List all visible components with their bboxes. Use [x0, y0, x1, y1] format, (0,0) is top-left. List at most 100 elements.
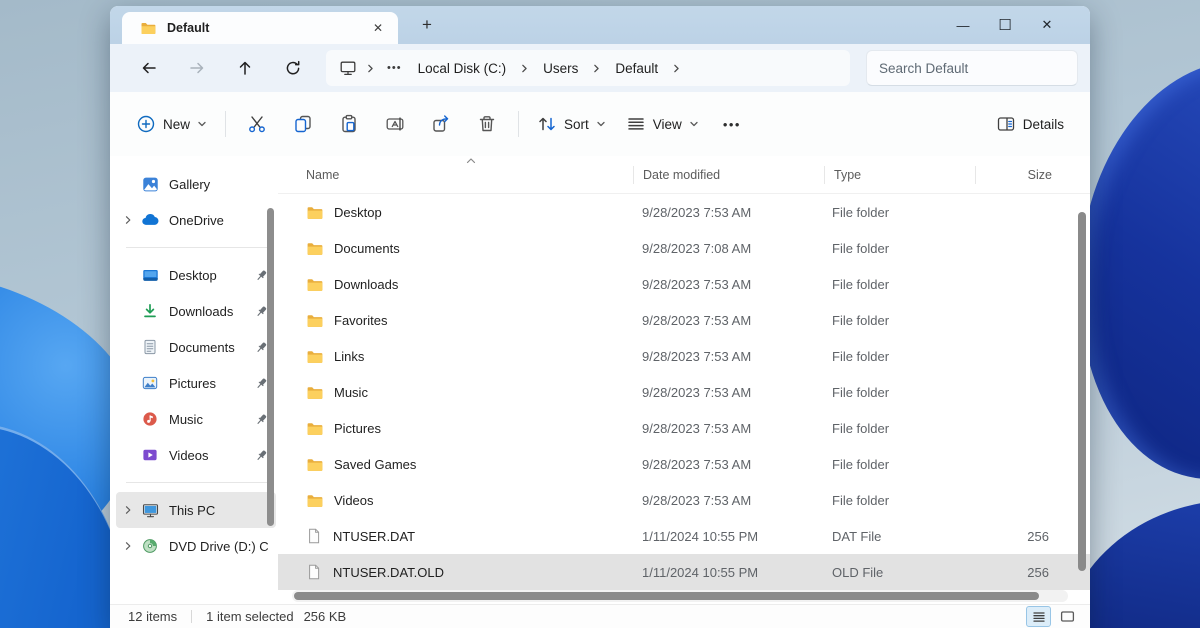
navigation-bar: ••• Local Disk (C:) Users Default [110, 44, 1090, 92]
column-header-date[interactable]: Date modified [634, 168, 824, 182]
folder-icon [138, 20, 158, 36]
breadcrumb-overflow-button[interactable]: ••• [381, 62, 408, 74]
chevron-right-icon[interactable] [516, 63, 533, 74]
sidebar-item-label: This PC [169, 503, 270, 518]
file-row[interactable]: Downloads 9/28/2023 7:53 AM File folder [278, 266, 1090, 302]
cut-button[interactable] [234, 105, 280, 143]
sidebar-item-desktop[interactable]: Desktop [116, 257, 276, 293]
breadcrumb-item-local-disk[interactable]: Local Disk (C:) [410, 57, 515, 80]
file-row[interactable]: NTUSER.DAT 1/11/2024 10:55 PM DAT File 2… [278, 518, 1090, 554]
toolbar: New Sort [110, 92, 1090, 156]
view-button[interactable]: View [616, 106, 709, 142]
column-header-size[interactable]: Size [976, 168, 1056, 182]
sidebar-item-videos[interactable]: Videos [116, 437, 276, 473]
sidebar-item-gallery[interactable]: Gallery [116, 166, 276, 202]
sidebar-item-label: Desktop [169, 268, 252, 283]
column-header-name[interactable]: Name [278, 168, 633, 182]
sidebar-item-label: Documents [169, 340, 252, 355]
refresh-button[interactable] [272, 50, 314, 86]
sidebar-scrollbar-thumb[interactable] [267, 208, 274, 526]
plus-circle-icon [136, 114, 156, 134]
file-list-pane: Name Date modified Type Size Desktop 9/2… [278, 156, 1090, 604]
sidebar-item-dvd-drive[interactable]: DVD Drive (D:) C [116, 528, 276, 564]
delete-button[interactable] [464, 105, 510, 143]
tab-close-icon[interactable]: ✕ [368, 18, 388, 38]
desktop-icon [140, 267, 160, 284]
file-row[interactable]: Videos 9/28/2023 7:53 AM File folder [278, 482, 1090, 518]
videos-icon [140, 447, 160, 463]
file-row[interactable]: Music 9/28/2023 7:53 AM File folder [278, 374, 1090, 410]
items-count: 12 items [128, 609, 177, 624]
file-row[interactable]: Documents 9/28/2023 7:08 AM File folder [278, 230, 1090, 266]
folder-icon [306, 456, 323, 473]
details-pane-icon [996, 114, 1016, 134]
vertical-scrollbar-thumb[interactable] [1078, 212, 1086, 571]
sidebar-item-label: Downloads [169, 304, 252, 319]
file-row[interactable]: Links 9/28/2023 7:53 AM File folder [278, 338, 1090, 374]
details-pane-button[interactable]: Details [986, 106, 1074, 142]
onedrive-cloud-icon [140, 211, 160, 229]
selection-size: 256 KB [304, 609, 347, 624]
chevron-right-icon[interactable] [362, 63, 379, 74]
chevron-right-icon[interactable] [116, 215, 140, 225]
folder-icon [306, 276, 323, 293]
horizontal-scrollbar-thumb[interactable] [294, 592, 1039, 600]
sidebar-item-onedrive[interactable]: OneDrive [116, 202, 276, 238]
file-row[interactable]: Saved Games 9/28/2023 7:53 AM File folde… [278, 446, 1090, 482]
chevron-right-icon[interactable] [116, 505, 140, 515]
column-header-type[interactable]: Type [825, 168, 975, 182]
close-button[interactable]: ✕ [1026, 10, 1068, 40]
pictures-icon [140, 375, 160, 391]
sort-button-label: Sort [564, 117, 589, 132]
horizontal-scrollbar[interactable] [292, 590, 1068, 602]
file-row[interactable]: Favorites 9/28/2023 7:53 AM File folder [278, 302, 1090, 338]
sidebar-item-label: Pictures [169, 376, 252, 391]
share-button[interactable] [418, 105, 464, 143]
see-more-button[interactable]: ••• [709, 117, 755, 132]
window-controls: — ☐ ✕ [942, 10, 1090, 40]
up-button[interactable] [224, 50, 266, 86]
file-row[interactable]: Pictures 9/28/2023 7:53 AM File folder [278, 410, 1090, 446]
chevron-right-icon[interactable] [588, 63, 605, 74]
copy-button[interactable] [280, 105, 326, 143]
music-icon [140, 411, 160, 427]
file-explorer-window: Default ✕ + — ☐ ✕ ••• [110, 6, 1090, 628]
back-button[interactable] [128, 50, 170, 86]
vertical-scrollbar[interactable] [1077, 212, 1087, 586]
sidebar-item-this-pc[interactable]: This PC [116, 492, 276, 528]
details-view-toggle[interactable] [1026, 606, 1051, 627]
search-input[interactable] [879, 61, 1065, 76]
chevron-right-icon[interactable] [668, 63, 685, 74]
breadcrumb-item-default[interactable]: Default [607, 57, 666, 80]
new-tab-button[interactable]: + [412, 11, 442, 39]
search-box[interactable] [866, 50, 1078, 86]
sidebar-item-label: OneDrive [169, 213, 270, 228]
forward-button[interactable] [176, 50, 218, 86]
details-pane-label: Details [1023, 117, 1064, 132]
view-icon [626, 114, 646, 134]
sidebar-scrollbar[interactable] [264, 160, 278, 598]
paste-button[interactable] [326, 105, 372, 143]
file-row[interactable]: Desktop 9/28/2023 7:53 AM File folder [278, 194, 1090, 230]
maximize-button[interactable]: ☐ [984, 10, 1026, 40]
sidebar-item-downloads[interactable]: Downloads [116, 293, 276, 329]
tab-default[interactable]: Default ✕ [122, 12, 398, 44]
new-button[interactable]: New [126, 106, 217, 142]
sidebar-item-pictures[interactable]: Pictures [116, 365, 276, 401]
content-area: Gallery OneDrive Desktop [110, 156, 1090, 604]
minimize-button[interactable]: — [942, 10, 984, 40]
breadcrumb-item-users[interactable]: Users [535, 57, 586, 80]
thumbnail-view-toggle[interactable] [1055, 606, 1080, 627]
tab-title: Default [167, 21, 359, 35]
sidebar-item-documents[interactable]: Documents [116, 329, 276, 365]
chevron-right-icon[interactable] [116, 541, 140, 551]
rename-button[interactable] [372, 105, 418, 143]
sort-button[interactable]: Sort [527, 106, 616, 142]
file-row-selected[interactable]: NTUSER.DAT.OLD 1/11/2024 10:55 PM OLD Fi… [278, 554, 1090, 590]
toolbar-separator [518, 111, 519, 137]
folder-icon [306, 312, 323, 329]
new-button-label: New [163, 117, 190, 132]
this-pc-icon[interactable] [336, 59, 360, 77]
sidebar-item-label: Music [169, 412, 252, 427]
sidebar-item-music[interactable]: Music [116, 401, 276, 437]
